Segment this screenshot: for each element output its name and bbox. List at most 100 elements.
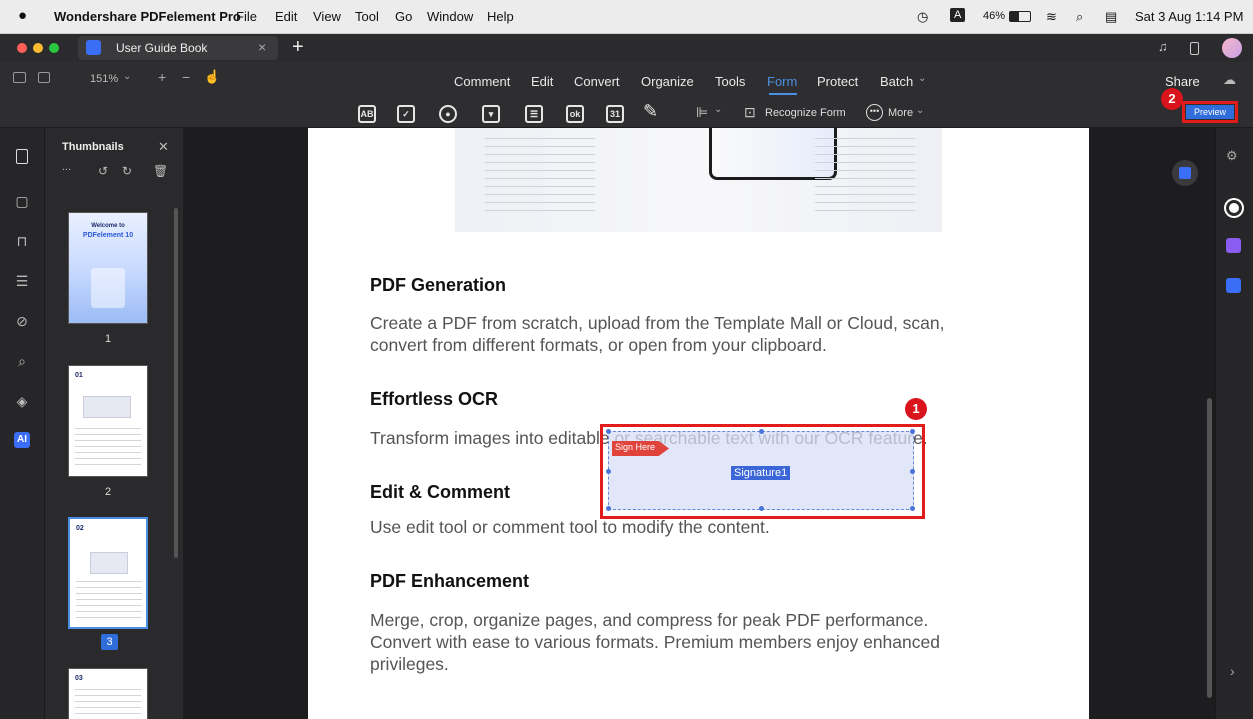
hero-text-right [815,138,915,218]
attachment-icon[interactable]: ⊘ [13,312,31,330]
thumbnail-page-3[interactable]: 02 [68,517,148,629]
zoom-level[interactable]: 151% [90,73,118,85]
page-view-icon[interactable] [38,72,50,83]
bookmark-icon[interactable]: ⊓ [13,232,31,250]
search-panel-icon[interactable]: ⌕ [13,352,31,370]
wifi-icon[interactable]: ≋ [1046,9,1057,25]
tab-close-icon[interactable]: × [258,39,266,55]
battery-icon[interactable] [1009,11,1031,22]
mobile-icon[interactable] [1190,42,1199,55]
control-center-icon[interactable]: ▤ [1105,9,1117,25]
align-dropdown-icon[interactable]: ⌄ [714,104,722,115]
user-avatar[interactable] [1222,38,1242,58]
tab-batch[interactable]: Batch [880,74,913,89]
delete-page-icon[interactable]: 🗑 [153,164,168,178]
align-icon[interactable]: ⊫ [696,104,708,121]
handle-mid-right[interactable] [910,469,915,474]
radio-button-icon[interactable]: ● [439,105,457,123]
handle-bottom-right[interactable] [910,506,915,511]
handle-top-right[interactable] [910,429,915,434]
layers-icon[interactable]: ☰ [13,272,31,290]
checkbox-icon[interactable]: ✓ [397,105,415,123]
menu-view[interactable]: View [313,9,341,24]
signature-field-icon[interactable]: ✎ [643,101,658,122]
date-field-icon[interactable]: 31 [606,105,624,123]
datetime[interactable]: Sat 3 Aug 1:14 PM [1135,9,1243,24]
close-window-button[interactable] [17,43,27,53]
page-icon[interactable] [16,149,28,164]
bell-icon[interactable]: ♫ [1158,39,1168,54]
recognize-form-icon[interactable]: ⊡ [744,104,756,121]
document-tab[interactable]: User Guide Book × [78,36,278,60]
menu-help[interactable]: Help [487,9,514,24]
handle-bottom-left[interactable] [606,506,611,511]
signature-field-name: Signature1 [731,466,791,480]
thumb1-art [91,268,125,308]
preview-button[interactable]: Preview [1186,105,1234,119]
menu-window[interactable]: Window [427,9,473,24]
thumbnail-page-4[interactable]: 03 [68,668,148,719]
properties-icon[interactable]: ⚙ [1226,148,1238,164]
rotate-left-icon[interactable]: ↺ [98,164,108,178]
recognize-form-button[interactable]: Recognize Form [765,107,846,119]
doc-scrollbar[interactable] [1207,398,1212,698]
section-body-pdf-generation: Create a PDF from scratch, upload from t… [370,313,945,355]
text-field-icon[interactable]: AB [358,105,376,123]
minimize-window-button[interactable] [33,43,43,53]
tab-organize[interactable]: Organize [641,74,694,89]
handle-bottom-mid[interactable] [759,506,764,511]
thumb-scrollbar[interactable] [174,208,178,558]
cloud-upload-icon[interactable]: ☁ [1223,72,1236,88]
search-icon[interactable]: ⌕ [1076,9,1083,25]
tab-protect[interactable]: Protect [817,74,858,89]
tab-comment[interactable]: Comment [454,74,510,89]
thumbnail-page-1[interactable]: Welcome to PDFelement 10 [68,212,148,324]
stack-icon[interactable]: ◈ [13,392,31,410]
translate-icon[interactable] [1226,278,1241,293]
list-box-icon[interactable]: ☰ [525,105,543,123]
handle-top-left[interactable] [606,429,611,434]
input-source-badge[interactable]: A [950,8,966,22]
battery-percent: 46% [983,10,1006,22]
more-button[interactable]: More [888,107,913,119]
handle-top-mid[interactable] [759,429,764,434]
ai-icon[interactable]: AI [14,432,30,448]
tab-tools[interactable]: Tools [715,74,745,89]
comment-icon[interactable]: ▢ [13,192,31,210]
combo-box-icon[interactable]: ▾ [482,105,500,123]
thumbnail-label-1: 1 [104,333,112,345]
button-field-icon[interactable]: ok [566,105,584,123]
tab-edit[interactable]: Edit [531,74,553,89]
menu-go[interactable]: Go [395,9,412,24]
menu-tool[interactable]: Tool [355,9,379,24]
tab-convert[interactable]: Convert [574,74,620,89]
zoom-dropdown-icon[interactable]: ⌄ [123,71,131,82]
hand-tool-icon[interactable]: ☝ [204,69,220,85]
thumbnail-page-2[interactable]: 01 [68,365,148,477]
ai-assistant-icon[interactable] [1226,238,1241,253]
share-button[interactable]: Share [1165,74,1200,89]
new-tab-button[interactable]: + [292,36,304,59]
step-badge-2: 2 [1161,88,1183,110]
floating-tool-icon[interactable] [1172,160,1198,186]
ai-chat-icon[interactable] [1226,200,1242,216]
sidebar-toggle-icon[interactable] [13,72,26,83]
close-panel-icon[interactable]: ✕ [158,139,169,155]
menu-edit[interactable]: Edit [275,9,297,24]
apple-icon[interactable]: ● [18,7,27,24]
rotate-right-icon[interactable]: ↻ [122,164,132,178]
collapse-arrow-icon[interactable]: › [1230,663,1235,679]
thumb1-heading: Welcome to [91,223,125,229]
thumb-options-icon[interactable]: ... [62,161,71,173]
app-name[interactable]: Wondershare PDFelement Pro [54,9,241,24]
tab-form[interactable]: Form [767,74,797,89]
thumb4-lines [75,689,141,717]
zoom-out-button[interactable]: − [182,69,190,85]
zoom-window-button[interactable] [49,43,59,53]
handle-mid-left[interactable] [606,469,611,474]
menu-file[interactable]: File [236,9,257,24]
clock-icon[interactable]: ◷ [917,9,928,25]
more-icon[interactable]: ••• [866,104,883,121]
zoom-in-button[interactable]: + [158,69,166,85]
batch-dropdown-icon: ⌄ [918,73,927,84]
